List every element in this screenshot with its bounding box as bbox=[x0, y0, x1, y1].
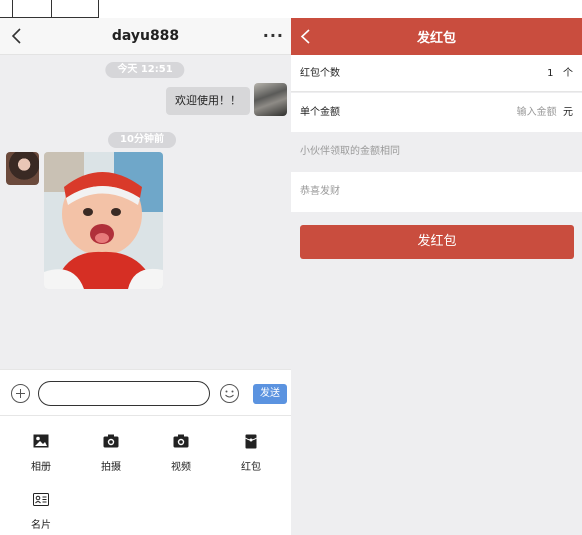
send-red-packet-button[interactable]: 发红包 bbox=[300, 225, 574, 259]
hint-text: 小伙伴领取的金额相同 bbox=[300, 146, 400, 157]
amount-input[interactable]: 输入金额 bbox=[517, 107, 557, 118]
red-packet-title: 发红包 bbox=[416, 31, 456, 46]
message-input[interactable] bbox=[38, 381, 210, 406]
tool-album[interactable]: 相册 bbox=[16, 432, 66, 473]
message-bubble-outgoing: 欢迎使用！！ bbox=[166, 87, 250, 115]
tool-red-packet[interactable]: 红包 bbox=[226, 432, 276, 473]
send-button[interactable]: 发送 bbox=[253, 384, 287, 404]
baby-photo-image bbox=[44, 152, 163, 289]
message-input-bar: 发送 bbox=[0, 369, 291, 416]
red-packet-header: 发红包 bbox=[291, 18, 582, 55]
greeting-row[interactable]: 恭喜发财 bbox=[291, 172, 582, 212]
tool-label: 名片 bbox=[31, 520, 51, 531]
smiley-glyph bbox=[225, 390, 234, 398]
chat-screen: dayu888 ··· 今天 12:51 欢迎使用！！ 10分钟前 发送 相册 … bbox=[0, 18, 291, 535]
hint-row: 小伙伴领取的金额相同 bbox=[291, 132, 582, 172]
tool-label: 拍摄 bbox=[101, 462, 121, 473]
chat-title: dayu888 bbox=[111, 28, 180, 44]
album-icon bbox=[33, 434, 49, 448]
emoji-icon[interactable] bbox=[220, 384, 239, 403]
amount-unit: 元 bbox=[563, 107, 573, 118]
plus-icon[interactable] bbox=[11, 384, 30, 403]
tool-camera[interactable]: 拍摄 bbox=[86, 432, 136, 473]
frame-box bbox=[51, 0, 99, 18]
red-packet-screen: 发红包 红包个数 1 个 单个金额 输入金额 元 小伙伴领取的金额相同 恭喜发财… bbox=[291, 18, 582, 535]
avatar-self[interactable] bbox=[254, 83, 287, 116]
red-packet-icon bbox=[245, 434, 257, 448]
top-frame-boxes bbox=[0, 0, 99, 18]
amount-row[interactable]: 单个金额 输入金额 元 bbox=[291, 93, 582, 132]
amount-label: 单个金额 bbox=[300, 107, 340, 118]
back-chevron-icon[interactable] bbox=[9, 27, 25, 45]
frame-box bbox=[12, 0, 52, 18]
chat-header: dayu888 ··· bbox=[0, 18, 291, 55]
count-unit: 个 bbox=[563, 68, 573, 79]
tool-label: 红包 bbox=[241, 462, 261, 473]
camera-icon bbox=[103, 434, 119, 448]
greeting-input[interactable]: 恭喜发财 bbox=[300, 172, 340, 212]
avatar-contact[interactable] bbox=[6, 152, 39, 185]
image-message[interactable] bbox=[44, 152, 163, 289]
timestamp-badge: 10分钟前 bbox=[108, 132, 176, 148]
amount-field[interactable]: 输入金额 元 bbox=[517, 93, 573, 132]
back-chevron-icon[interactable] bbox=[299, 28, 313, 45]
tool-video[interactable]: 视频 bbox=[156, 432, 206, 473]
count-value[interactable]: 1 个 bbox=[547, 55, 573, 92]
attachment-panel: 相册 拍摄 视频 红包 名片 bbox=[0, 416, 291, 535]
count-number: 1 bbox=[547, 68, 554, 79]
more-icon[interactable]: ··· bbox=[263, 26, 284, 45]
count-row[interactable]: 红包个数 1 个 bbox=[291, 55, 582, 92]
card-icon bbox=[33, 492, 49, 506]
screen: dayu888 ··· 今天 12:51 欢迎使用！！ 10分钟前 发送 相册 … bbox=[0, 0, 582, 535]
count-label: 红包个数 bbox=[300, 68, 340, 79]
tool-card[interactable]: 名片 bbox=[16, 490, 66, 531]
video-icon bbox=[173, 434, 189, 448]
tool-label: 相册 bbox=[31, 462, 51, 473]
timestamp-badge: 今天 12:51 bbox=[105, 62, 185, 78]
tool-label: 视频 bbox=[171, 462, 191, 473]
